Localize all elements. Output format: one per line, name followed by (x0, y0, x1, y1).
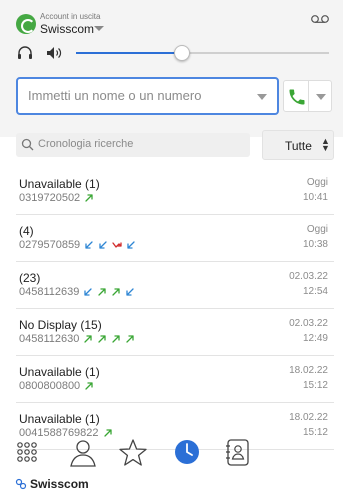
incoming-call-arrow-icon (127, 241, 135, 249)
favorites-star-icon (119, 439, 147, 466)
call-direction-icons (83, 333, 139, 345)
history-row-number: 0458112639 (19, 286, 80, 298)
history-row[interactable]: (23) 0458112639 02.03.22 12:54 (16, 262, 334, 309)
bottom-navigation (0, 436, 343, 470)
history-row-name: Unavailable (1) (19, 365, 100, 379)
call-button[interactable] (283, 80, 309, 112)
history-row-number: 0319720502 (19, 192, 81, 204)
history-row-time: 12:49 (302, 333, 328, 344)
history-row[interactable]: No Display (15) 0458112630 02.03.22 12:49 (16, 309, 334, 356)
history-clock-icon (175, 440, 199, 464)
outgoing-call-arrow-icon (85, 194, 93, 202)
favorites-tab[interactable] (116, 436, 150, 470)
missed-call-arrow-icon (112, 242, 122, 248)
call-direction-icons (83, 286, 139, 298)
phone-icon (289, 89, 305, 105)
history-row-number-line: 0458112630 (19, 333, 139, 345)
history-row-date: Oggi (306, 177, 328, 188)
dial-dropdown-arrow-icon[interactable] (257, 94, 267, 100)
history-row-name: (4) (19, 224, 34, 238)
outgoing-call-arrow-icon (84, 335, 93, 343)
history-row-number: 0279570859 (19, 239, 81, 251)
history-row-number: 0458112630 (19, 333, 80, 345)
headset-icon[interactable] (17, 46, 33, 60)
incoming-call-arrow-icon (84, 288, 93, 296)
history-row-number-line: 0279570859 (19, 239, 140, 251)
dialpad-icon (17, 442, 37, 462)
history-row-date: 18.02.22 (289, 365, 328, 376)
history-row-number: 0800800800 (19, 380, 81, 392)
call-options-dropdown[interactable] (309, 80, 332, 112)
chevron-down-icon[interactable] (94, 26, 104, 31)
history-row[interactable]: Unavailable (1) 0800800800 18.02.22 15:12 (16, 356, 334, 403)
incoming-call-arrow-icon (99, 241, 107, 249)
call-direction-icons (84, 192, 98, 204)
call-direction-icons (84, 239, 140, 251)
incoming-call-arrow-icon (85, 241, 93, 249)
history-row-date: 18.02.22 (289, 412, 328, 423)
contacts-icon (70, 440, 96, 467)
history-row-time: 15:12 (302, 380, 328, 391)
search-icon (21, 138, 34, 151)
dialpad-tab[interactable] (10, 436, 44, 470)
history-row-time: 10:41 (302, 192, 328, 203)
history-row-name: Unavailable (1) (19, 177, 100, 191)
app-header: Account in uscita Swisscom (0, 0, 343, 137)
history-row-number-line: 0319720502 (19, 192, 98, 204)
dial-input[interactable] (28, 88, 238, 103)
history-filter-select[interactable]: Tutte ▲ ▼ (262, 130, 334, 160)
incoming-call-arrow-icon (126, 288, 135, 296)
call-history-list: Unavailable (1) 0319720502 Oggi 10:41 (4) 027… (16, 168, 334, 450)
swisscom-logo-icon (16, 14, 36, 34)
outgoing-call-arrow-icon (126, 335, 135, 343)
outgoing-account-caption: Account in uscita (40, 12, 101, 21)
history-row-time: 10:38 (302, 239, 328, 250)
voicemail-icon[interactable] (311, 14, 329, 24)
history-row-number-line: 0458112639 (19, 286, 139, 298)
history-row-time: 12:54 (302, 286, 328, 297)
address-book-icon (226, 439, 249, 466)
address-book-tab[interactable] (221, 436, 255, 470)
outgoing-call-arrow-icon (112, 335, 121, 343)
history-tab[interactable] (170, 436, 204, 470)
history-row[interactable]: (4) 0279570859 Oggi 10:38 (16, 215, 334, 262)
history-row[interactable]: Unavailable (1) 0319720502 Oggi 10:41 (16, 168, 334, 215)
contacts-tab[interactable] (66, 436, 100, 470)
history-row-name: Unavailable (1) (19, 412, 100, 426)
history-row-name: (23) (19, 271, 41, 285)
volume-slider-fill (76, 52, 183, 54)
outgoing-call-arrow-icon (98, 288, 107, 296)
history-row-number-line: 0800800800 (19, 380, 98, 392)
dial-input-box[interactable] (16, 77, 279, 115)
outgoing-call-arrow-icon (85, 382, 93, 390)
history-row-name: No Display (15) (19, 318, 102, 332)
swisscom-brand-icon (15, 478, 27, 490)
history-search-box[interactable] (16, 133, 250, 157)
brand-name: Swisscom (30, 477, 89, 491)
history-row-date: Oggi (306, 224, 328, 235)
filter-label: Tutte (285, 139, 312, 153)
history-search-input[interactable] (38, 138, 243, 150)
call-direction-icons (84, 380, 98, 392)
volume-slider-thumb[interactable] (174, 45, 191, 61)
history-row-date: 02.03.22 (289, 318, 328, 329)
history-row-date: 02.03.22 (289, 271, 328, 282)
outgoing-call-arrow-icon (98, 335, 107, 343)
outgoing-account-selector[interactable]: Swisscom (40, 22, 94, 36)
outgoing-call-arrow-icon (112, 288, 121, 296)
select-arrows-icon: ▲ ▼ (321, 136, 330, 153)
speaker-volume-icon[interactable] (46, 46, 64, 60)
